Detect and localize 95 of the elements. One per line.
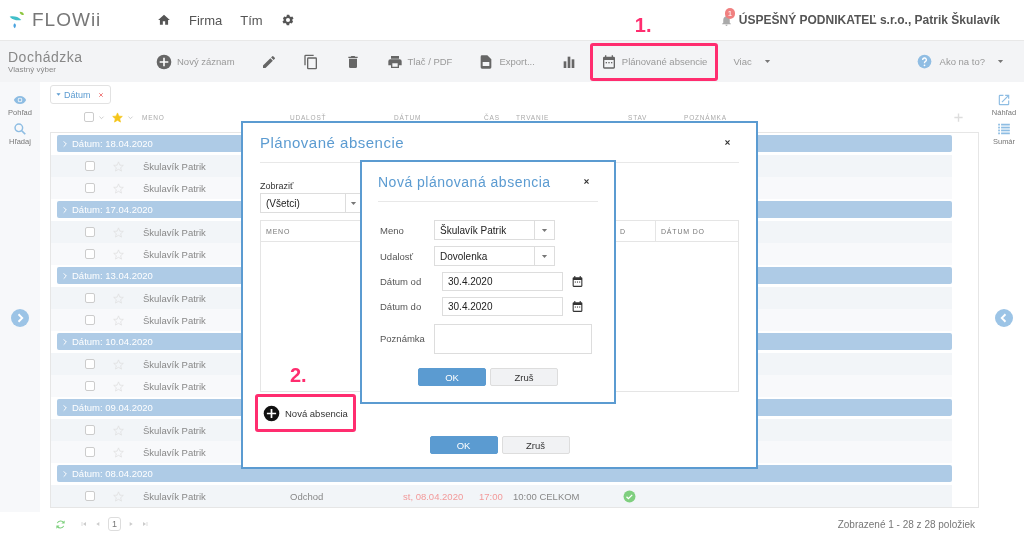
checkbox[interactable] — [85, 447, 95, 457]
calendar-icon[interactable] — [571, 275, 584, 288]
date-field[interactable]: 30.4.2020 — [442, 297, 563, 316]
caret-icon — [996, 57, 1005, 66]
gear-icon[interactable] — [280, 13, 295, 27]
external-link-icon — [997, 93, 1011, 107]
page-number[interactable]: 1 — [108, 517, 121, 531]
page-title: Dochádzka — [8, 49, 84, 65]
step-number: 1. — [634, 14, 652, 35]
pager-summary: Zobrazené 1 - 28 z 28 položiek — [837, 518, 975, 530]
plus-circle-icon — [263, 404, 280, 422]
select-field[interactable]: (Všetci) — [260, 193, 362, 213]
plus-icon[interactable] — [953, 111, 964, 123]
checkbox[interactable] — [85, 315, 95, 325]
table-cell-text: Škulavík Patrik — [143, 313, 206, 328]
cancel-button[interactable]: Zruš — [490, 368, 558, 386]
table-cell-text: Škulavík Patrik — [143, 225, 206, 240]
next-page-icon[interactable] — [127, 520, 135, 528]
chevron-right-icon[interactable] — [11, 309, 29, 327]
caret-icon — [762, 57, 772, 66]
checkbox[interactable] — [85, 491, 95, 501]
close-icon[interactable] — [724, 139, 731, 146]
table-cell-text: Škulavík Patrik — [143, 159, 206, 174]
table-cell-text: Škulavík Patrik — [143, 291, 206, 306]
checkbox[interactable] — [84, 112, 94, 122]
select-field[interactable]: Škulavík Patrik — [434, 220, 555, 240]
field-label: Dátum do — [380, 301, 423, 312]
dialog-title: Nová plánovaná absencia — [378, 173, 551, 190]
table-cell-text: Škulavík Patrik — [143, 247, 206, 262]
table-cell-text: 10:00 CELKOM — [512, 489, 581, 504]
chevron-right-icon — [61, 139, 69, 148]
field-label: Poznámka — [380, 332, 426, 344]
list-icon — [997, 122, 1011, 136]
toolbar-button[interactable]: Nový záznam — [153, 49, 238, 74]
toolbar-button[interactable]: Export... — [475, 49, 538, 74]
toolbar-button[interactable]: Tlač / PDF — [383, 49, 456, 74]
pencil-icon — [260, 53, 277, 70]
chevron-left-icon[interactable] — [995, 309, 1013, 327]
checkbox[interactable] — [85, 359, 95, 369]
date-field[interactable]: 30.4.2020 — [442, 272, 563, 291]
table-cell-text: Škulavík Patrik — [143, 181, 206, 196]
notification-badge: 1 — [724, 7, 736, 19]
plus-circle-icon — [156, 53, 172, 70]
select-field[interactable]: Dovolenka — [434, 246, 555, 266]
refresh-icon[interactable] — [55, 518, 66, 530]
step-number: 2. — [290, 365, 307, 385]
note-field[interactable] — [434, 324, 592, 354]
printer-icon — [386, 53, 403, 70]
chevron-right-icon — [61, 205, 69, 214]
help-icon — [916, 54, 932, 69]
checkbox[interactable] — [85, 293, 95, 303]
field-label: Udalosť — [380, 250, 415, 262]
table-cell-text: Škulavík Patrik — [143, 445, 206, 460]
chevron-right-icon — [61, 469, 69, 478]
field-label: Zobraziť — [260, 181, 294, 191]
checkbox[interactable] — [85, 381, 95, 391]
checkbox[interactable] — [85, 425, 95, 435]
table-cell-text: Škulavík Patrik — [143, 357, 206, 372]
table-cell-text: Škulavík Patrik — [143, 489, 206, 504]
dialog-title: Plánované absencie — [260, 134, 405, 151]
checkbox[interactable] — [85, 183, 95, 193]
copy-icon — [302, 53, 319, 70]
table-cell-text: Škulavík Patrik — [143, 423, 206, 438]
nav-link[interactable]: Tím — [240, 12, 263, 28]
table-cell-text: Škulavík Patrik — [143, 379, 206, 394]
help-button[interactable]: Ako na to? — [913, 49, 1008, 74]
calendar-icon[interactable] — [571, 300, 584, 313]
chevron-right-icon — [61, 403, 69, 412]
checkbox[interactable] — [85, 249, 95, 259]
cancel-button[interactable]: Zruš — [501, 436, 570, 454]
checkbox[interactable] — [85, 161, 95, 171]
table-cell-text: Odchod — [289, 489, 325, 504]
star-icon[interactable] — [112, 111, 123, 123]
ok-button[interactable]: OK — [418, 368, 486, 386]
field-label: Meno — [380, 224, 405, 236]
search-icon — [13, 122, 27, 136]
chevron-right-icon — [61, 337, 69, 346]
toolbar-button[interactable]: Viac — [730, 49, 775, 74]
filter-chip[interactable]: Dátum — [50, 85, 111, 104]
checkbox[interactable] — [85, 227, 95, 237]
calendar-icon — [600, 53, 617, 70]
home-icon[interactable] — [157, 13, 171, 27]
table-cell-text: 17:00 — [479, 489, 504, 504]
nav-link[interactable]: Firma — [189, 12, 223, 28]
previous-page-icon[interactable] — [94, 520, 102, 528]
ok-button[interactable]: OK — [429, 436, 498, 454]
page-subtitle: Vlastný výber — [8, 65, 58, 74]
chevron-right-icon — [61, 271, 69, 280]
table-cell-text: st, 08.04.2020 — [402, 489, 465, 504]
logo-text: FLOWii — [32, 9, 102, 31]
eye-icon — [13, 93, 27, 107]
close-icon[interactable] — [583, 178, 590, 185]
field-label: Dátum od — [380, 276, 423, 287]
account-name[interactable]: ÚSPEŠNÝ PODNIKATEĽ s.r.o., Patrik Škulavík — [738, 13, 1000, 27]
caret-icon — [55, 91, 62, 98]
